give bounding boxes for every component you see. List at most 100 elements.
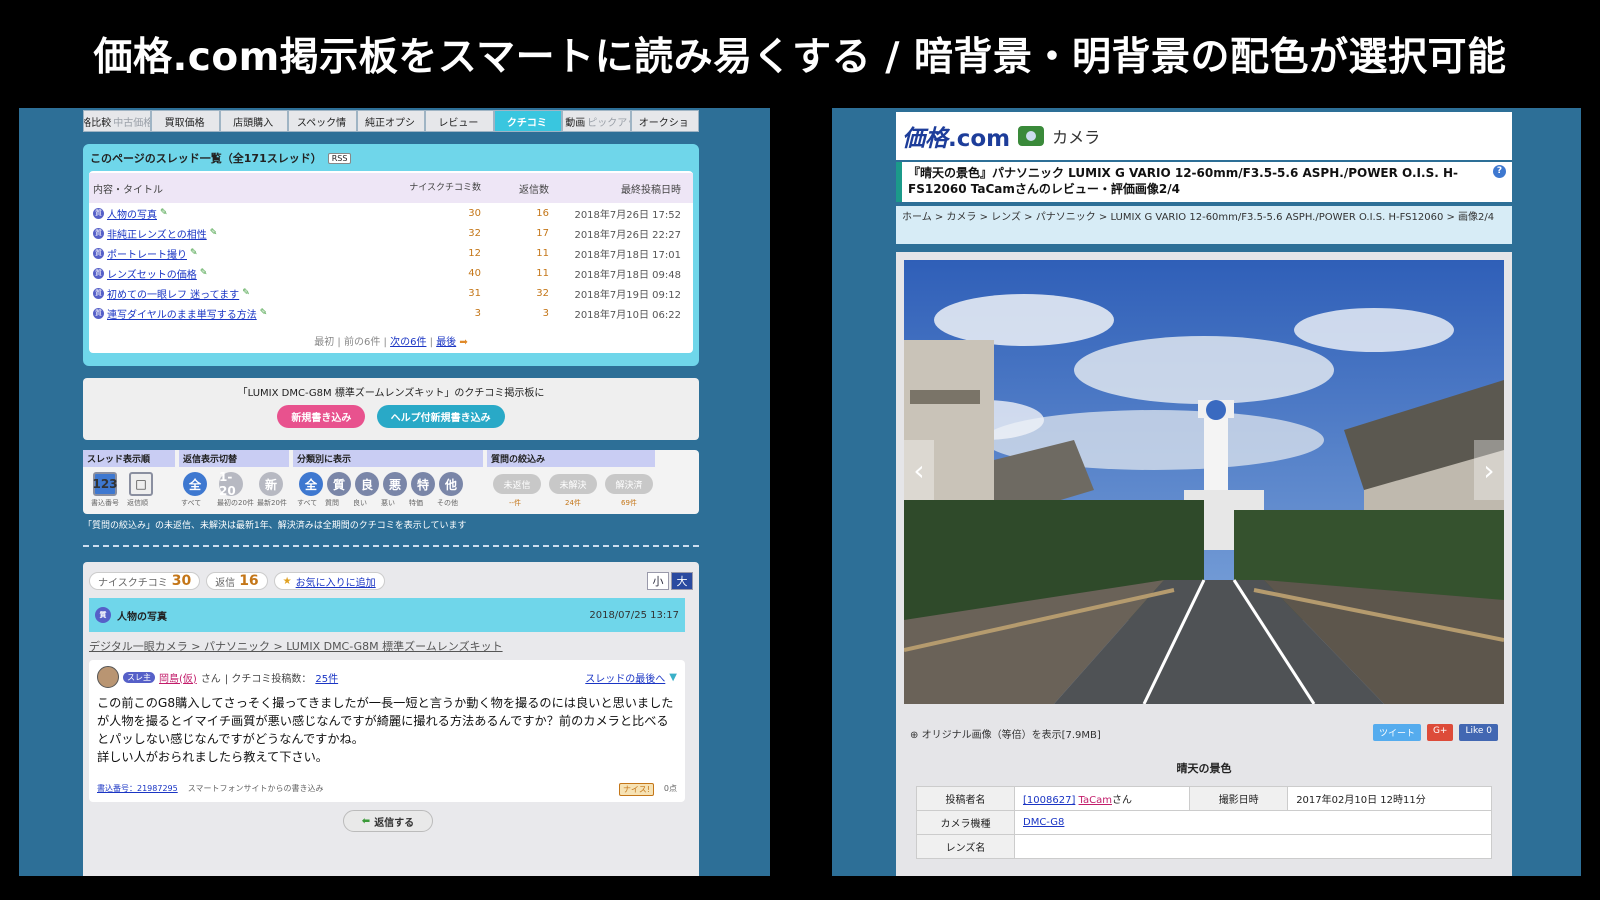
tab-3[interactable]: スペック情 xyxy=(288,110,357,132)
thread-nice: 31 xyxy=(468,287,481,299)
help-post-button[interactable]: ヘルプ付新規書き込み xyxy=(376,405,505,428)
font-large-button[interactable]: 大 xyxy=(671,572,693,590)
question-count: 69件 xyxy=(621,499,637,507)
author-link[interactable]: 岡島(仮) xyxy=(159,670,197,685)
tab-1[interactable]: 買取価格 xyxy=(151,110,220,132)
thread-owner-badge: スレ主 xyxy=(123,671,155,683)
show-first20-button[interactable]: 1-20 xyxy=(219,470,243,498)
category-filter-button[interactable]: 全 xyxy=(299,472,323,496)
social-button[interactable]: G+ xyxy=(1426,724,1454,741)
pager-first[interactable]: 最初 xyxy=(314,337,334,348)
pager-next[interactable]: 次の6件 xyxy=(390,337,426,348)
pen-icon: ✎ xyxy=(160,208,168,218)
filter-sublabel: 書込番号 xyxy=(91,499,119,507)
to-last-link[interactable]: スレッドの最後へ xyxy=(585,670,665,685)
thread-title-link[interactable]: ポートレート撮り xyxy=(107,246,187,261)
category-label: カメラ xyxy=(1052,128,1101,147)
tab-7[interactable]: 画像・動画ピックアップリ xyxy=(562,110,631,132)
product-tabs: 価格比較中古価格比買取価格店頭購入スペック情純正オプシレビュークチコミ画像・動画… xyxy=(83,110,699,132)
category-filter-button[interactable]: 他 xyxy=(439,472,463,496)
filter-group-reply: 返信表示切替 xyxy=(179,450,289,467)
thread-title-link[interactable]: 連写ダイヤルのまま単写する方法 xyxy=(107,306,257,321)
sort-by-reply-button[interactable]: □ xyxy=(129,472,153,496)
bbs-screenshot-panel: 価格比較中古価格比買取価格店頭購入スペック情純正オプシレビュークチコミ画像・動画… xyxy=(19,108,770,876)
post-cta-box: 「LUMIX DMC-G8M 標準ズームレンズキット」のクチコミ掲示板に 新規書… xyxy=(83,378,699,440)
social-button[interactable]: Like 0 xyxy=(1459,724,1498,741)
thread-title-link[interactable]: 人物の写真 xyxy=(107,206,157,221)
new-post-button[interactable]: 新規書き込み xyxy=(277,405,366,428)
pen-icon: ✎ xyxy=(209,228,218,238)
show-all-replies-button[interactable]: 全 xyxy=(183,472,207,496)
category-filter-button[interactable]: 質 xyxy=(327,472,351,496)
original-size-link[interactable]: ⊕ オリジナル画像（等倍）を表示[7.9MB] xyxy=(910,726,1101,741)
favorite-button[interactable]: ★ お気に入りに追加 xyxy=(273,572,385,590)
post-number-link[interactable]: 書込番号：21987295 xyxy=(97,783,178,796)
pen-icon: ✎ xyxy=(259,308,268,318)
chevron-left-icon: ‹ xyxy=(913,453,925,487)
next-photo-button[interactable]: › xyxy=(1474,440,1504,500)
tab-4[interactable]: 純正オプシ xyxy=(356,110,426,132)
reply-button[interactable]: ⬅ 返信する xyxy=(343,810,433,832)
filter-sublabel: 最新20件 xyxy=(257,499,287,507)
tab-0[interactable]: 価格比較中古価格比 xyxy=(83,110,152,132)
filter-sublabel: すべて xyxy=(181,499,202,507)
col-nice: ナイスクチコミ数 xyxy=(409,183,481,193)
zoom-icon: ⊕ xyxy=(910,730,919,741)
filter-sublabel: 質問 xyxy=(325,499,339,507)
tab-2[interactable]: 店頭購入 xyxy=(219,110,289,132)
filter-sublabel: 返信順 xyxy=(127,499,148,507)
show-latest20-button[interactable]: 新 xyxy=(259,472,283,496)
thread-title-link[interactable]: 初めての一眼レフ 迷ってます xyxy=(107,286,239,301)
pager-prev[interactable]: 前の6件 xyxy=(344,337,380,348)
tab-5[interactable]: レビュー xyxy=(425,110,494,132)
meta-date: 2017年02月10日 12時11分 xyxy=(1287,786,1492,811)
thread-list-heading: このページのスレッド一覧（全171スレッド） xyxy=(90,152,322,165)
question-filter-button[interactable]: 解決済 xyxy=(605,474,653,494)
help-icon[interactable]: ? xyxy=(1493,165,1506,178)
site-header: 価格.com カメラ xyxy=(896,112,1512,160)
filter-sublabel: その他 xyxy=(437,499,458,507)
question-icon: 質 xyxy=(93,247,104,259)
tab-8[interactable]: オークショ xyxy=(630,110,699,132)
thread-title-link[interactable]: 非純正レンズとの相性 xyxy=(107,226,207,241)
thread-title-link[interactable]: レンズセットの価格 xyxy=(107,266,197,281)
message-card: スレ主 岡島(仮) さん | クチコミ投稿数： 25件 スレッドの最後へ ▼ こ… xyxy=(89,660,685,802)
question-filter-button[interactable]: 未解決 xyxy=(549,474,597,494)
star-icon: ★ xyxy=(282,575,292,587)
question-filter-button[interactable]: 未返信 xyxy=(493,474,541,494)
post-via: スマートフォンサイトからの書き込み xyxy=(187,784,324,793)
prev-photo-button[interactable]: ‹ xyxy=(904,440,934,500)
category-filter-button[interactable]: 悪 xyxy=(383,472,407,496)
filter-note: 「質問の絞込み」の未返信、未解決は最新1年、解決済みは全期間のクチコミを表示して… xyxy=(83,521,467,531)
filter-bar: スレッド表示順 返信表示切替 分類別に表示 質問の絞込み 123 書込番号 □ 返信順… xyxy=(83,450,699,514)
post-title: 人物の写真 xyxy=(117,611,167,623)
pen-icon: ✎ xyxy=(190,248,198,258)
sort-by-number-button[interactable]: 123 xyxy=(92,472,118,496)
thread-nice: 12 xyxy=(468,247,481,259)
col-replies: 返信数 xyxy=(519,184,549,196)
site-logo[interactable]: 価格.com xyxy=(902,119,1010,153)
filter-sublabel: 悪い xyxy=(381,499,395,507)
category-filter-button[interactable]: 良 xyxy=(355,472,379,496)
thread-row: 質人物の写真 ✎ 30 16 2018年7月26日 17:52 xyxy=(89,203,693,223)
thread-date: 2018年7月18日 17:01 xyxy=(574,249,681,261)
filter-group-category: 分類別に表示 xyxy=(293,450,483,467)
thread-list-header: 内容・タイトル ナイスクチコミ数 返信数 最終投稿日時 xyxy=(89,173,693,203)
font-small-button[interactable]: 小 xyxy=(647,572,669,590)
post-breadcrumb[interactable]: デジタル一眼カメラ > パナソニック > LUMIX DMC-G8M 標準ズーム… xyxy=(89,638,503,654)
font-size-toggle: 小 大 xyxy=(647,572,693,590)
nice-button[interactable]: ナイス! xyxy=(618,783,654,796)
meta-key: 投稿者名 xyxy=(916,786,1015,811)
photo-meta-table: 投稿者名 [1008627] TaCamさん 撮影日時 2017年02月10日 … xyxy=(916,786,1492,859)
pager-last[interactable]: 最後 xyxy=(436,337,456,348)
category-filter-button[interactable]: 特 xyxy=(411,472,435,496)
post-count-link[interactable]: 25件 xyxy=(315,670,338,685)
photo-screenshot-panel: 価格.com カメラ 『晴天の景色』パナソニック LUMIX G VARIO 1… xyxy=(832,108,1581,876)
social-button[interactable]: ツイート xyxy=(1372,724,1421,741)
reply-arrow-icon: ⬅ xyxy=(361,815,371,827)
post-date: 2018/07/25 13:17 xyxy=(589,609,679,621)
tab-6[interactable]: クチコミ xyxy=(493,110,563,132)
thread-nice: 32 xyxy=(468,227,481,239)
photo-viewer: ‹ › xyxy=(896,252,1512,722)
rss-tag[interactable]: RSS xyxy=(327,152,352,164)
